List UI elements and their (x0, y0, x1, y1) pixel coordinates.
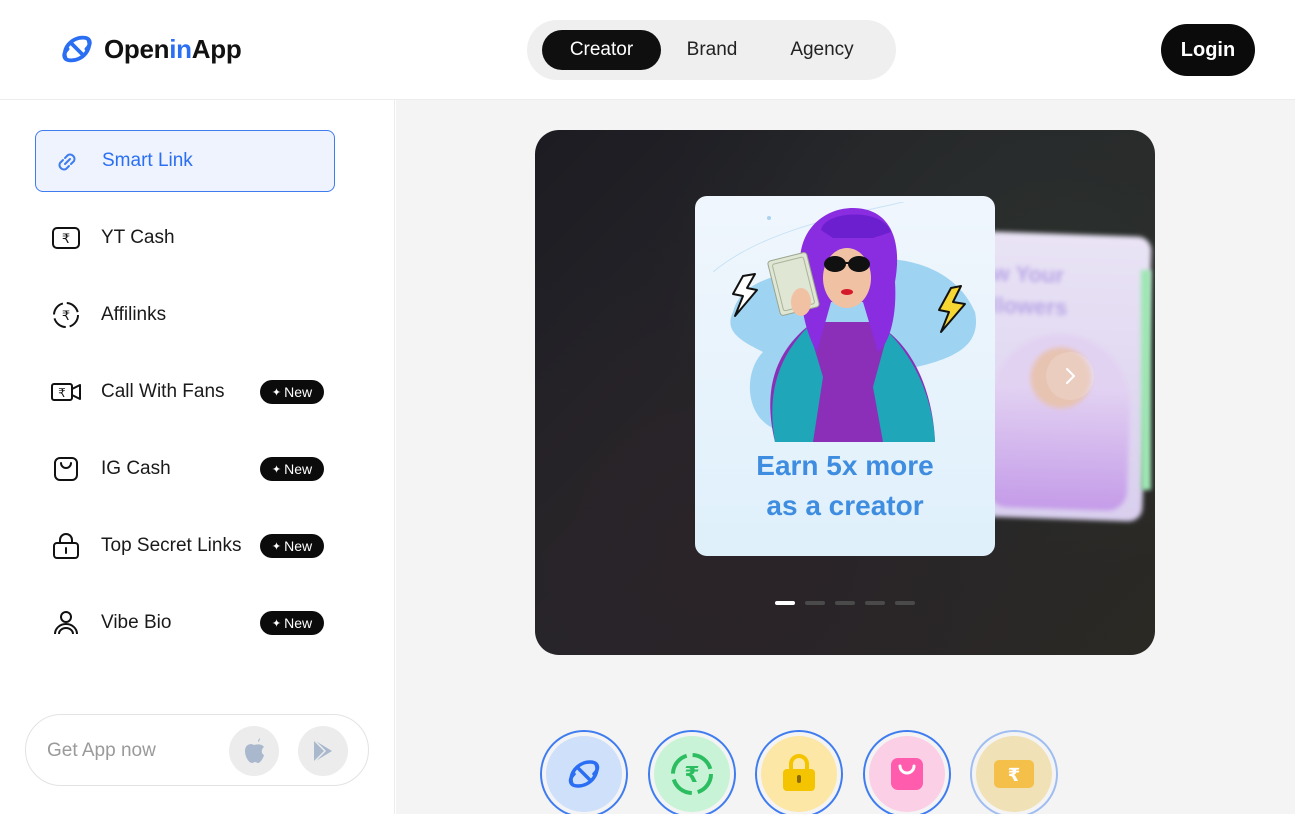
carousel-dot[interactable] (895, 601, 915, 605)
svg-text:₹: ₹ (58, 386, 66, 400)
product-ig-cash-button[interactable] (863, 730, 951, 814)
openinapp-logo[interactable]: OpeninApp (58, 30, 242, 68)
svg-text:₹: ₹ (62, 232, 70, 247)
sidebar-item-affilinks[interactable]: ₹ Affilinks (35, 284, 335, 346)
badge-label: New (284, 615, 313, 631)
badge-label: New (284, 538, 313, 554)
svg-text:₹: ₹ (62, 309, 70, 324)
sidebar-item-label: IG Cash (101, 458, 171, 479)
product-smart-link-button[interactable] (540, 730, 628, 814)
rupee-circle-icon: ₹ (671, 753, 713, 795)
svg-text:₹: ₹ (684, 763, 699, 788)
badge-label: New (284, 384, 313, 400)
openinapp-logo-icon (62, 35, 92, 63)
sparkle-icon: ✦ (271, 463, 282, 476)
product-icon-bg: ₹ (976, 736, 1052, 812)
person-icon (54, 611, 78, 635)
product-icon-bg (761, 736, 837, 812)
carousel-dot[interactable] (865, 601, 885, 605)
brand-name: OpeninApp (104, 33, 242, 65)
product-affilinks-button[interactable]: ₹ (648, 730, 736, 814)
far-slide-edge (1141, 270, 1151, 490)
get-app-bar: Get App now (25, 714, 369, 786)
chevron-right-icon (1066, 368, 1075, 384)
hero-carousel: w Your llowers Earn 5x more as a creator (535, 130, 1155, 655)
carousel-next-button[interactable] (1046, 352, 1094, 400)
product-icon-bg (546, 736, 622, 812)
tab-brand[interactable]: Brand (667, 30, 757, 70)
sidebar-item-label: Top Secret Links (101, 535, 242, 556)
sparkle-icon: ✦ (271, 617, 282, 630)
play-store-button[interactable] (298, 726, 348, 776)
sidebar-item-label: Call With Fans (101, 381, 225, 402)
tab-creator[interactable]: Creator (542, 30, 661, 70)
preview-title: w Your llowers (991, 258, 1069, 325)
badge-label: New (284, 461, 313, 477)
sidebar-item-label: Smart Link (102, 150, 193, 171)
sidebar-item-label: YT Cash (101, 227, 175, 248)
product-icon-bg (869, 736, 945, 812)
app-store-button[interactable] (229, 726, 279, 776)
product-yt-cash-button[interactable]: ₹ (970, 730, 1058, 814)
play-store-icon (313, 739, 332, 763)
top-header: OpeninApp Creator Brand Agency Login (0, 0, 1295, 100)
brand-name-prefix: Open (104, 33, 170, 64)
rupee-card-icon: ₹ (52, 227, 80, 249)
sidebar-item-ig-cash[interactable]: IG Cash ✦ New (35, 438, 335, 500)
login-button[interactable]: Login (1161, 24, 1255, 76)
sidebar-item-label: Vibe Bio (101, 612, 172, 633)
brand-name-accent: in (169, 33, 192, 64)
main-content: w Your llowers Earn 5x more as a creator… (396, 100, 1295, 814)
preview-title-line-2: llowers (991, 292, 1068, 321)
video-rupee-icon: ₹ (51, 383, 81, 401)
tab-agency[interactable]: Agency (767, 30, 877, 70)
new-badge: ✦ New (260, 457, 324, 481)
carousel-pagination (775, 601, 915, 605)
new-badge: ✦ New (260, 534, 324, 558)
sparkle-icon: ✦ (271, 540, 282, 553)
audience-switcher: Creator Brand Agency (527, 20, 896, 80)
product-top-secret-links-button[interactable] (755, 730, 843, 814)
lock-icon (53, 533, 79, 559)
sidebar-item-smart-link[interactable]: Smart Link (35, 130, 335, 192)
slide-headline: Earn 5x more as a creator (695, 446, 995, 526)
bag-icon (891, 758, 923, 790)
new-badge: ✦ New (260, 611, 324, 635)
get-app-label: Get App now (47, 740, 156, 761)
slide-headline-line-2: as a creator (766, 490, 924, 521)
slide-headline-line-1: Earn 5x more (756, 450, 934, 481)
svg-text:₹: ₹ (1008, 765, 1021, 786)
rupee-circle-icon: ₹ (53, 302, 79, 328)
product-icon-bg: ₹ (654, 736, 730, 812)
link-icon (58, 153, 76, 171)
sparkle-icon: ✦ (271, 386, 282, 399)
apple-icon (245, 738, 264, 763)
rupee-card-icon: ₹ (994, 760, 1034, 788)
sidebar: Smart Link ₹ YT Cash ₹ Affilinks ₹ Call … (0, 100, 395, 814)
creator-illustration (713, 202, 977, 442)
openinapp-icon (568, 760, 600, 788)
sidebar-item-call-with-fans[interactable]: ₹ Call With Fans ✦ New (35, 361, 335, 423)
sidebar-item-yt-cash[interactable]: ₹ YT Cash (35, 207, 335, 269)
sidebar-item-vibe-bio[interactable]: Vibe Bio ✦ New (35, 592, 335, 654)
slide-card: Earn 5x more as a creator (695, 196, 995, 556)
carousel-dot[interactable] (775, 601, 795, 605)
sidebar-item-top-secret-links[interactable]: Top Secret Links ✦ New (35, 515, 335, 577)
brand-name-suffix: App (191, 33, 242, 64)
carousel-dot[interactable] (835, 601, 855, 605)
preview-title-line-1: w Your (992, 260, 1065, 289)
carousel-dot[interactable] (805, 601, 825, 605)
bag-icon (54, 457, 78, 481)
sidebar-item-label: Affilinks (101, 304, 167, 325)
new-badge: ✦ New (260, 380, 324, 404)
lock-icon (783, 754, 815, 791)
